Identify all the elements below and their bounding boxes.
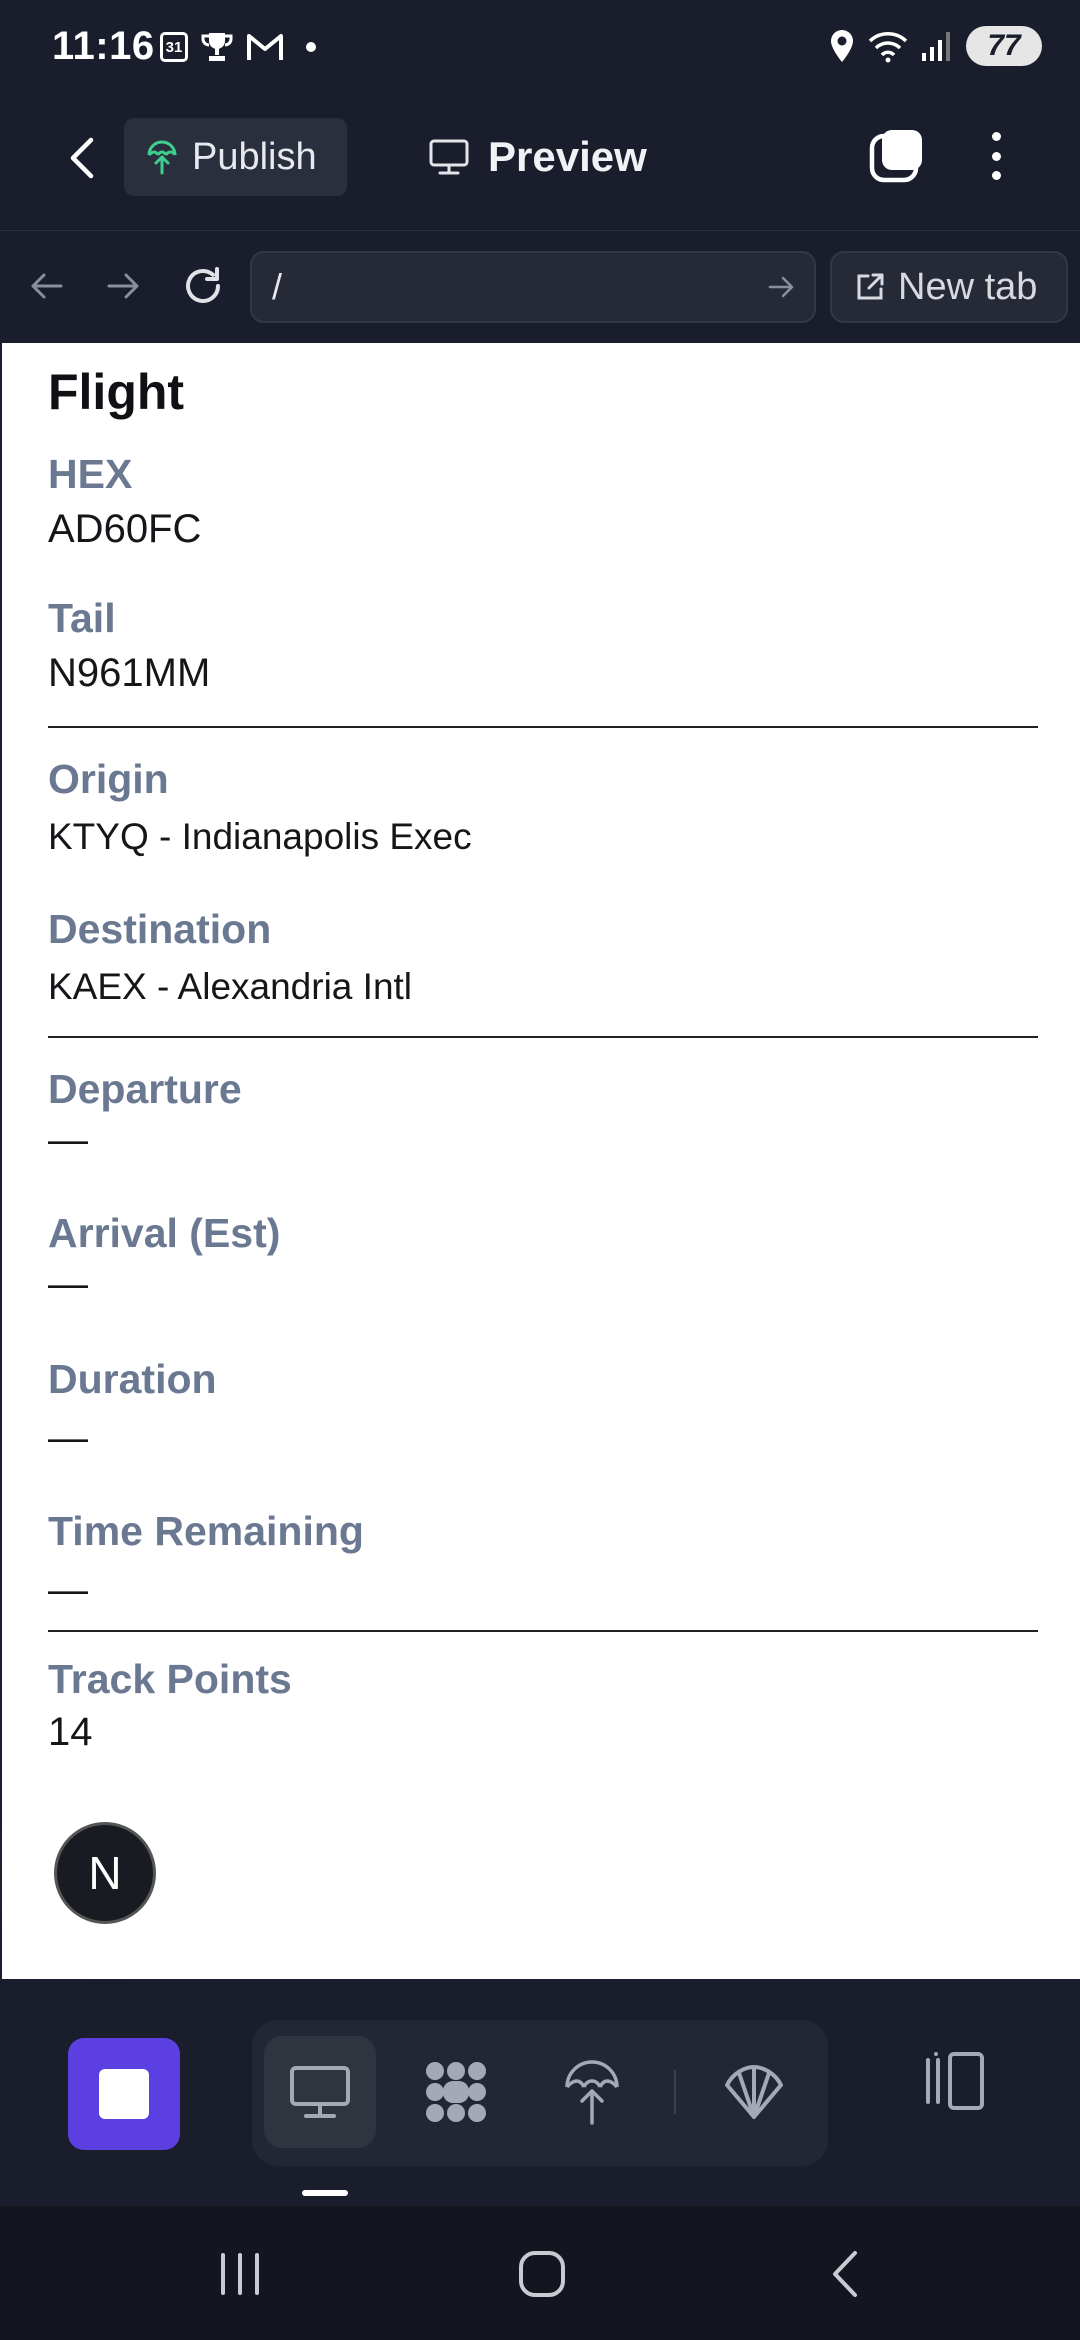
status-icons-right: 77 bbox=[828, 26, 1042, 66]
field-label-destination: Destination bbox=[48, 906, 272, 952]
more-options-button[interactable] bbox=[976, 126, 1016, 186]
flight-panel: Flight HEX AD60FC Tail N961MM Origin KTY… bbox=[2, 363, 1038, 1766]
battery-icon: 77 bbox=[966, 26, 1042, 66]
url-input[interactable]: / bbox=[250, 251, 816, 323]
recent-apps-button[interactable] bbox=[205, 2242, 275, 2306]
browser-bar: / New tab bbox=[0, 230, 1080, 343]
field-label-time-remaining: Time Remaining bbox=[48, 1508, 364, 1554]
url-text: / bbox=[272, 266, 283, 307]
tool-shell[interactable] bbox=[698, 2036, 810, 2148]
go-arrow-icon[interactable] bbox=[766, 269, 798, 305]
status-bar: 11:16 31 77 bbox=[0, 0, 1080, 100]
divider bbox=[48, 1036, 1038, 1038]
external-link-icon bbox=[857, 273, 884, 300]
side-panel-icon bbox=[926, 2052, 984, 2110]
preview-label: Preview bbox=[488, 133, 647, 180]
stop-button[interactable] bbox=[68, 2038, 180, 2150]
tool-nodes[interactable] bbox=[400, 2036, 512, 2148]
gmail-icon bbox=[247, 34, 283, 60]
chevron-left-icon bbox=[70, 137, 94, 179]
app-toolbar: Publish Preview bbox=[0, 100, 1080, 230]
publish-label: Publish bbox=[192, 135, 317, 178]
home-icon bbox=[519, 2251, 565, 2297]
field-value-hex: AD60FC bbox=[48, 507, 202, 551]
browser-forward-button[interactable] bbox=[98, 261, 148, 311]
nodes-icon bbox=[426, 2062, 486, 2122]
tool-deploy[interactable] bbox=[536, 2036, 648, 2148]
monitor-icon bbox=[290, 2066, 350, 2118]
dev-tools-badge[interactable]: N bbox=[54, 1822, 156, 1924]
notification-dot-icon bbox=[306, 42, 316, 52]
reload-button[interactable] bbox=[178, 261, 228, 311]
tabs-button[interactable] bbox=[866, 126, 926, 186]
field-value-tail: N961MM bbox=[48, 651, 211, 695]
field-value-departure: — bbox=[48, 1118, 88, 1162]
field-value-origin: KTYQ - Indianapolis Exec bbox=[48, 816, 472, 857]
wifi-icon bbox=[868, 32, 908, 63]
field-value-time-remaining: — bbox=[48, 1568, 88, 1612]
more-dot-icon bbox=[991, 132, 1001, 141]
divider bbox=[48, 1630, 1038, 1632]
stop-icon bbox=[99, 2069, 149, 2119]
tabs-icon bbox=[869, 130, 922, 183]
more-dot-icon bbox=[991, 171, 1001, 180]
field-label-duration: Duration bbox=[48, 1356, 217, 1402]
home-button[interactable] bbox=[507, 2242, 577, 2306]
active-tab-indicator bbox=[302, 2190, 348, 2196]
field-value-destination: KAEX - Alexandria Intl bbox=[48, 966, 413, 1007]
back-icon bbox=[833, 2251, 857, 2297]
arrow-right-icon bbox=[107, 273, 139, 299]
divider bbox=[48, 726, 1038, 728]
monitor-icon bbox=[429, 139, 469, 175]
signal-icon bbox=[922, 32, 950, 61]
bottom-dock bbox=[0, 1980, 1080, 2206]
location-icon bbox=[831, 30, 853, 62]
field-value-arrival: — bbox=[48, 1262, 88, 1306]
tool-divider bbox=[674, 2070, 676, 2114]
recent-apps-icon bbox=[221, 2253, 259, 2295]
field-label-hex: HEX bbox=[48, 451, 133, 497]
field-label-arrival: Arrival (Est) bbox=[48, 1210, 281, 1256]
panel-toggle-button[interactable] bbox=[920, 2046, 990, 2116]
field-label-origin: Origin bbox=[48, 756, 169, 802]
preview-tab[interactable]: Preview bbox=[428, 122, 647, 192]
field-value-track-points: 14 bbox=[48, 1710, 93, 1754]
field-label-tail: Tail bbox=[48, 595, 116, 641]
back-button[interactable] bbox=[52, 128, 112, 188]
browser-back-button[interactable] bbox=[22, 261, 72, 311]
field-label-departure: Departure bbox=[48, 1066, 242, 1112]
trophy-icon bbox=[201, 33, 233, 61]
section-title: Flight bbox=[48, 364, 185, 420]
arrow-left-icon bbox=[31, 273, 63, 299]
calendar-icon: 31 bbox=[160, 32, 188, 62]
new-tab-label: New tab bbox=[898, 265, 1038, 308]
system-nav-bar bbox=[0, 2206, 1080, 2340]
field-label-track-points: Track Points bbox=[48, 1656, 292, 1702]
system-back-button[interactable] bbox=[810, 2242, 880, 2306]
reload-icon bbox=[186, 267, 220, 303]
status-time: 11:16 bbox=[52, 24, 155, 68]
field-value-duration: — bbox=[48, 1416, 88, 1460]
shell-icon bbox=[725, 2065, 783, 2119]
deploy-icon bbox=[565, 2060, 619, 2125]
preview-content: Flight HEX AD60FC Tail N961MM Origin KTY… bbox=[2, 343, 1080, 1979]
publish-button[interactable]: Publish bbox=[124, 118, 347, 196]
status-icons-left: 31 bbox=[160, 30, 316, 64]
more-dot-icon bbox=[991, 151, 1001, 161]
tool-switcher bbox=[252, 2020, 828, 2166]
new-tab-button[interactable]: New tab bbox=[830, 251, 1068, 323]
tool-preview[interactable] bbox=[264, 2036, 376, 2148]
publish-icon bbox=[147, 140, 177, 175]
